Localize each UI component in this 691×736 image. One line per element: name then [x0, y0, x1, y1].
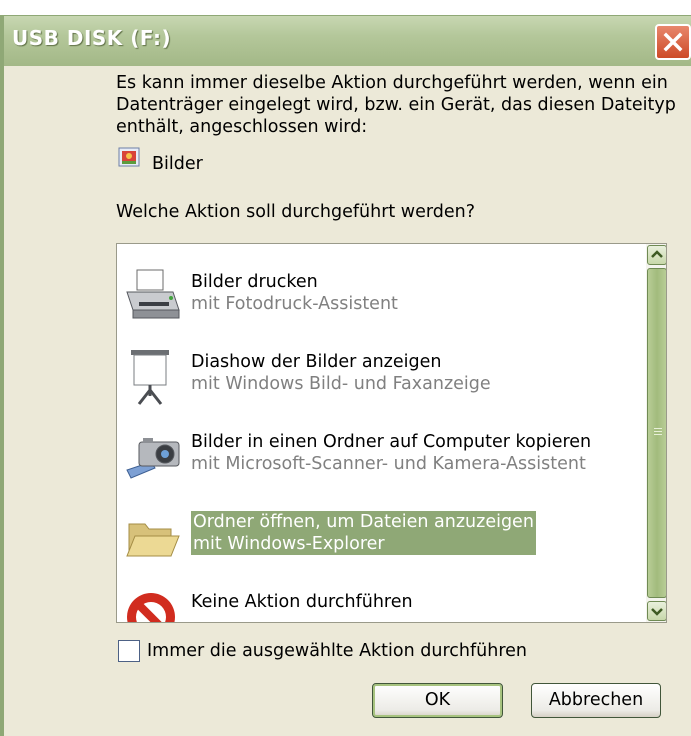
- item-title: Bilder drucken: [191, 272, 318, 292]
- scroll-up-button[interactable]: [647, 245, 666, 265]
- item-label: Diashow der Bilder anzeigen mit Windows …: [191, 351, 491, 395]
- list-item[interactable]: Bilder drucken mit Fotodruck-Assistent: [117, 262, 647, 334]
- close-button[interactable]: [655, 24, 691, 60]
- question-label: Welche Aktion soll durchgeführt werden?: [116, 202, 476, 222]
- item-subtitle: mit Microsoft-Scanner- und Kamera-Assist…: [191, 454, 586, 474]
- no-action-icon: [127, 593, 175, 622]
- folder-icon: [126, 523, 180, 557]
- item-label: Ordner öffnen, um Dateien anzuzeigen mit…: [191, 511, 536, 555]
- title-bar[interactable]: USB DISK (F:): [4, 16, 691, 66]
- pictures-icon: [118, 147, 140, 167]
- item-title: Bilder in einen Ordner auf Computer kopi…: [191, 432, 592, 452]
- item-subtitle: mit Windows-Explorer: [193, 534, 385, 554]
- list-item-selected[interactable]: Ordner öffnen, um Dateien anzuzeigen mit…: [117, 502, 647, 574]
- window-title: USB DISK (F:): [12, 26, 172, 50]
- list-item[interactable]: Keine Aktion durchführen: [117, 582, 647, 622]
- scrollbar-thumb[interactable]: [647, 268, 666, 598]
- item-title: Diashow der Bilder anzeigen: [191, 352, 442, 372]
- always-checkbox-label[interactable]: Immer die ausgewählte Aktion durchführen: [147, 641, 527, 661]
- projector-screen-icon: [131, 350, 169, 405]
- cancel-button[interactable]: Abbrechen: [531, 683, 661, 718]
- list-item[interactable]: Diashow der Bilder anzeigen mit Windows …: [117, 342, 647, 414]
- item-label: Keine Aktion durchführen: [191, 591, 413, 613]
- always-checkbox[interactable]: [118, 640, 140, 662]
- list-item[interactable]: Bilder in einen Ordner auf Computer kopi…: [117, 422, 647, 494]
- scroll-down-button[interactable]: [647, 601, 666, 621]
- description-text: Es kann immer dieselbe Aktion durchgefüh…: [116, 73, 676, 137]
- close-icon: [663, 32, 683, 52]
- item-subtitle: mit Fotodruck-Assistent: [191, 294, 398, 314]
- chevron-up-icon: [651, 250, 663, 258]
- chevron-down-icon: [651, 608, 663, 616]
- item-subtitle: mit Windows Bild- und Faxanzeige: [191, 374, 491, 394]
- item-label: Bilder in einen Ordner auf Computer kopi…: [191, 431, 591, 475]
- vertical-scrollbar[interactable]: [646, 244, 666, 622]
- action-list[interactable]: Bilder drucken mit Fotodruck-Assistent D…: [116, 243, 667, 623]
- item-title: Keine Aktion durchführen: [191, 592, 413, 612]
- content-type-label: Bilder: [152, 154, 203, 174]
- item-label: Bilder drucken mit Fotodruck-Assistent: [191, 271, 398, 315]
- item-title: Ordner öffnen, um Dateien anzuzeigen: [193, 512, 534, 532]
- camera-icon: [126, 438, 180, 479]
- ok-button[interactable]: OK: [372, 683, 503, 718]
- printer-icon: [126, 269, 180, 319]
